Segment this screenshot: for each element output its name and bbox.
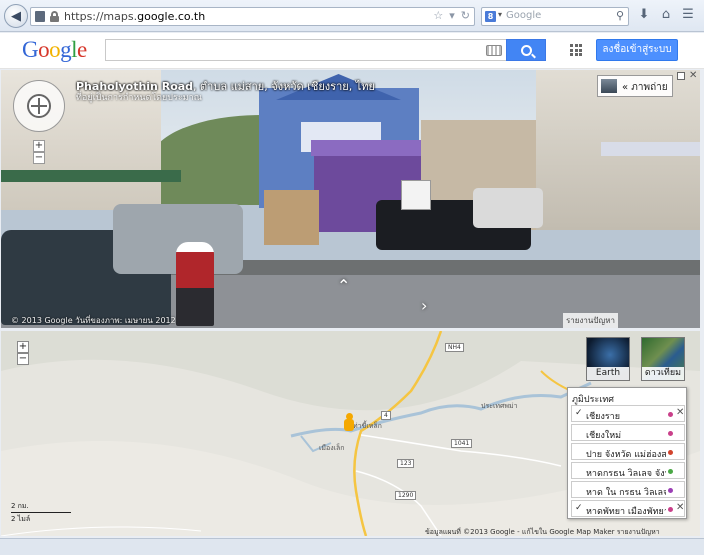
maps-search-input[interactable] bbox=[105, 39, 507, 61]
pan-icon bbox=[27, 94, 51, 118]
close-icon[interactable]: ✕ bbox=[689, 70, 697, 81]
street-view-copyright: © 2013 Google วันที่ของภาพ: เมษายน 2012 bbox=[11, 316, 176, 325]
search-icon[interactable]: ⚲ bbox=[616, 9, 624, 22]
search-button[interactable] bbox=[506, 39, 546, 61]
pan-control[interactable] bbox=[13, 80, 65, 132]
report-problem-link[interactable]: รายงานปัญหา bbox=[563, 313, 619, 328]
keyboard-icon[interactable] bbox=[486, 45, 502, 56]
browser-search-box[interactable]: 8 ▾ Google ⚲ bbox=[481, 7, 629, 26]
place-label: เมืองเล็ก bbox=[319, 444, 345, 452]
map-zoom-in-button[interactable]: + bbox=[17, 341, 29, 353]
dropdown-icon[interactable]: ▾ bbox=[449, 9, 455, 22]
check-icon: ✓ bbox=[575, 503, 583, 513]
lock-icon bbox=[50, 11, 59, 22]
star-icon[interactable]: ☆ bbox=[433, 9, 443, 22]
refresh-icon[interactable]: ↻ bbox=[461, 9, 470, 22]
layer-item[interactable]: หาด ใน กรธน วิลเลจ bbox=[571, 481, 685, 498]
photos-tab[interactable]: « ภาพถ่าย bbox=[597, 75, 673, 97]
close-icon[interactable]: ✕ bbox=[676, 407, 684, 418]
apps-grid-icon[interactable] bbox=[570, 44, 582, 56]
home-icon[interactable]: ⌂ bbox=[658, 7, 674, 23]
color-dot bbox=[668, 412, 673, 417]
close-icon[interactable]: ✕ bbox=[676, 502, 684, 513]
nav-arrow-right-icon[interactable]: › bbox=[421, 296, 427, 315]
back-arrow-icon: ◀ bbox=[11, 8, 21, 24]
place-label: ประเทศพม่า bbox=[481, 402, 518, 410]
nav-arrow-up-icon[interactable]: ⌃ bbox=[337, 276, 350, 295]
address-bar[interactable]: https://maps.google.co.th ☆ ▾ ↻ bbox=[30, 7, 475, 26]
check-icon: ✓ bbox=[575, 408, 583, 418]
color-dot bbox=[668, 431, 673, 436]
layers-panel: ภูมิประเทศ ✓ เชียงราย ✕ เชียงใหม่ ปาย จั… bbox=[567, 387, 687, 519]
pegman-icon[interactable] bbox=[344, 413, 354, 435]
color-dot bbox=[668, 469, 673, 474]
page-icon bbox=[35, 11, 45, 22]
street-view-panel[interactable]: + − Phaholyothin Road, ตำบล แม่สาย, จังห… bbox=[1, 70, 700, 328]
earth-button[interactable]: Earth bbox=[586, 337, 630, 381]
roadside-sign bbox=[401, 180, 431, 210]
google-header: Google ลงชื่อเข้าสู่ระบบ bbox=[0, 33, 704, 69]
cargo-stack bbox=[264, 190, 319, 245]
color-dot bbox=[668, 450, 673, 455]
satellite-button[interactable]: ดาวเทียม bbox=[641, 337, 685, 381]
map-zoom-out-button[interactable]: − bbox=[17, 353, 29, 365]
back-button[interactable]: ◀ bbox=[4, 4, 28, 28]
map-copyright: ข้อมูลแผนที่ ©2013 Google - แก้ไขใน Goog… bbox=[425, 528, 660, 536]
street-view-subtitle: ที่อยู่เป็นการกำหนดโดยประมาณ bbox=[76, 93, 202, 103]
expand-icon[interactable] bbox=[677, 72, 685, 80]
layer-item[interactable]: ✓ เชียงราย ✕ bbox=[571, 405, 685, 422]
search-icon bbox=[520, 44, 532, 56]
url-text: https://maps.google.co.th bbox=[64, 10, 206, 23]
map-panel[interactable]: + − NH4 4 1041 123 1290 ท่าขี้เหล็ก ประเ… bbox=[1, 331, 700, 536]
sv-zoom-in-button[interactable]: + bbox=[33, 140, 45, 152]
google-logo[interactable]: Google bbox=[22, 37, 87, 63]
photo-thumbnail bbox=[601, 79, 617, 93]
layer-item[interactable]: เชียงใหม่ bbox=[571, 424, 685, 441]
browser-toolbar: ◀ https://maps.google.co.th ☆ ▾ ↻ 8 ▾ Go… bbox=[0, 0, 704, 32]
terrain-option[interactable]: ภูมิประเทศ bbox=[572, 392, 614, 406]
menu-icon[interactable]: ☰ bbox=[680, 7, 696, 23]
road-label: NH4 bbox=[445, 343, 464, 352]
chevron-down-icon[interactable]: ▾ bbox=[498, 10, 502, 19]
road-label: 4 bbox=[381, 411, 391, 420]
sign-in-button[interactable]: ลงชื่อเข้าสู่ระบบ bbox=[596, 39, 678, 61]
layer-item[interactable]: หาดกรธน วิลเลจ จังหวัด bbox=[571, 462, 685, 479]
search-placeholder: Google bbox=[506, 10, 542, 21]
sv-zoom-out-button[interactable]: − bbox=[33, 152, 45, 164]
color-dot bbox=[668, 488, 673, 493]
road-label: 1290 bbox=[395, 491, 417, 500]
browser-status-bar bbox=[0, 538, 704, 555]
police-officer bbox=[176, 242, 214, 326]
layer-item[interactable]: ✓ หาดพัทยา เมืองพัทยา ✕ bbox=[571, 500, 685, 517]
search-engine-icon[interactable]: 8 bbox=[485, 11, 496, 22]
road-label: 1041 bbox=[451, 439, 473, 448]
place-label: ท่าขี้เหล็ก bbox=[353, 422, 382, 430]
layer-item[interactable]: ปาย จังหวัด แม่ฮ่องสอน bbox=[571, 443, 685, 460]
color-dot bbox=[668, 507, 673, 512]
road-label: 123 bbox=[397, 459, 415, 468]
download-icon[interactable]: ⬇ bbox=[636, 7, 652, 23]
